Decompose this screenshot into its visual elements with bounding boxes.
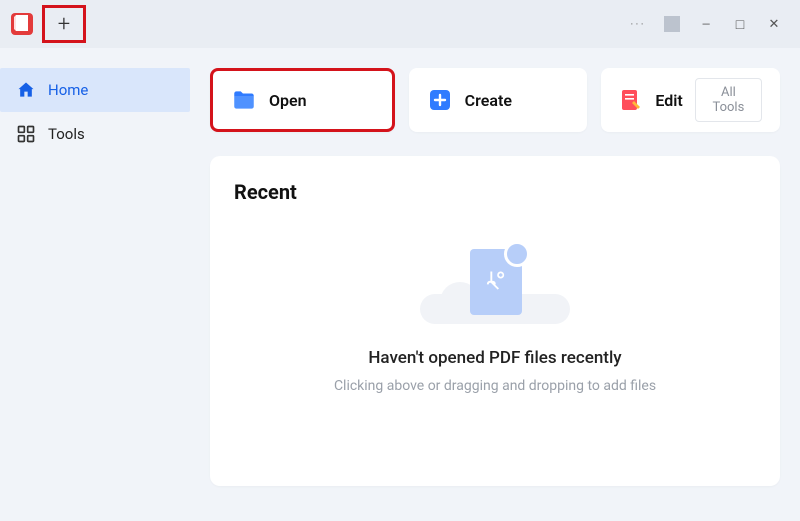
app-logo-icon xyxy=(8,10,36,38)
minimize-button[interactable]: — xyxy=(698,16,714,32)
recent-title: Recent xyxy=(234,180,756,204)
titlebar: + ··· — □ ✕ xyxy=(0,0,800,48)
create-plus-icon xyxy=(427,87,453,113)
new-tab-button[interactable]: + xyxy=(42,5,86,43)
create-button[interactable]: Create xyxy=(409,68,588,132)
tools-icon xyxy=(16,124,36,144)
all-tools-button[interactable]: All Tools xyxy=(695,78,762,122)
open-button[interactable]: Open xyxy=(210,68,395,132)
action-row: Open Create Edit All Tools xyxy=(210,68,780,132)
recent-empty-state[interactable]: Haven't opened PDF files recently Clicki… xyxy=(234,254,756,394)
main: Home Tools Open Create xyxy=(0,48,800,521)
create-label: Create xyxy=(465,91,512,110)
sidebar-item-label: Tools xyxy=(48,125,85,143)
sidebar-item-label: Home xyxy=(48,81,88,99)
content: Open Create Edit All Tools Recent xyxy=(190,48,800,521)
close-button[interactable]: ✕ xyxy=(766,16,782,32)
divider xyxy=(664,16,680,32)
titlebar-left: + xyxy=(8,5,86,43)
sidebar: Home Tools xyxy=(0,48,190,521)
edit-button-card: Edit All Tools xyxy=(601,68,780,132)
empty-subtext: Clicking above or dragging and dropping … xyxy=(334,378,656,394)
plus-icon: + xyxy=(58,12,70,37)
recent-panel: Recent Haven't opened PDF files recently… xyxy=(210,156,780,486)
sidebar-item-home[interactable]: Home xyxy=(0,68,190,112)
window-controls: ··· — □ ✕ xyxy=(630,16,796,32)
folder-icon xyxy=(231,87,257,113)
maximize-button[interactable]: □ xyxy=(732,16,748,32)
edit-label[interactable]: Edit xyxy=(655,91,682,110)
home-icon xyxy=(16,80,36,100)
edit-icon xyxy=(619,87,643,113)
empty-headline: Haven't opened PDF files recently xyxy=(368,348,621,368)
open-label: Open xyxy=(269,91,307,110)
empty-illustration xyxy=(450,254,540,324)
pdf-file-icon xyxy=(470,249,522,315)
more-icon[interactable]: ··· xyxy=(630,16,646,32)
sidebar-item-tools[interactable]: Tools xyxy=(0,112,190,156)
